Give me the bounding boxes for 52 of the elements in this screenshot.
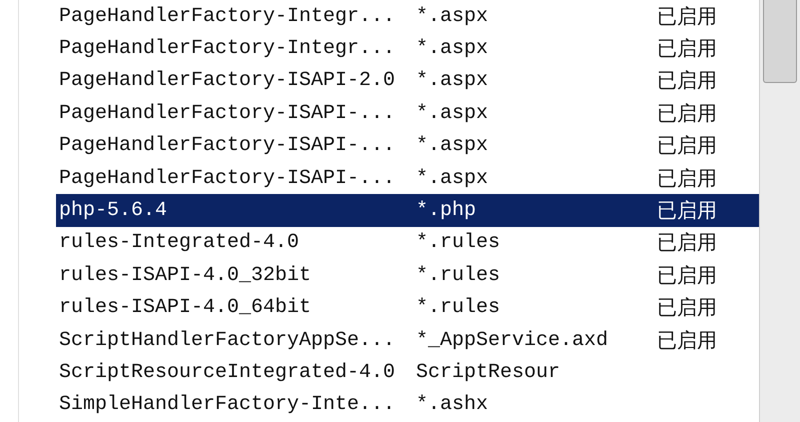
handler-status: 已启用 <box>657 229 717 256</box>
handler-status: 已启用 <box>657 326 717 354</box>
handler-status: 已启用 <box>657 2 717 30</box>
handler-row[interactable]: rules-ISAPI-4.0_64bit *.rules 已启用 <box>56 292 759 324</box>
handler-row[interactable]: ScriptHandlerFactoryAppSe... *_AppService.axd 已启用 <box>56 324 759 356</box>
handler-status: 已启用 <box>657 262 717 289</box>
handler-name: PageHandlerFactory-ISAPI-2.0 <box>58 69 396 92</box>
handler-name: PageHandlerFactory-ISAPI-... <box>58 134 396 158</box>
handler-path: *.rules <box>416 231 502 254</box>
handler-path: *.ashx <box>416 393 490 416</box>
handler-row[interactable]: PageHandlerFactory-ISAPI-2.0 *.aspx 已启用 <box>56 64 759 98</box>
handler-path: *.rules <box>416 264 502 287</box>
scrollbar-thumb[interactable] <box>763 0 797 83</box>
handler-row[interactable]: PageHandlerFactory-Integr... *.aspx 已启用 <box>56 32 759 65</box>
handler-name: PageHandlerFactory-ISAPI-... <box>58 166 396 190</box>
handler-row[interactable]: PageHandlerFactory-Integr... *.aspx 已启用 <box>56 0 759 32</box>
handler-name: rules-ISAPI-4.0_64bit <box>58 296 312 320</box>
handler-name: rules-ISAPI-4.0_32bit <box>58 264 312 287</box>
handler-path: *.aspx <box>416 166 490 190</box>
handler-row[interactable]: ScriptResourceIntegrated-4.0 ScriptResour <box>56 356 759 389</box>
handler-name: SimpleHandlerFactory-Inte... <box>58 393 396 416</box>
handler-name: PageHandlerFactory-ISAPI-... <box>58 102 396 125</box>
handler-path: *.aspx <box>416 134 490 158</box>
handler-path: *.rules <box>416 296 502 320</box>
handler-row[interactable]: php-5.6.4 *.php 已启用 <box>56 194 759 227</box>
handler-status: 已启用 <box>657 294 717 322</box>
handler-status: 已启用 <box>657 35 717 62</box>
handler-status: 已启用 <box>657 67 717 94</box>
handler-name: php-5.6.4 <box>58 199 168 222</box>
handler-status: 已启用 <box>657 197 717 224</box>
handler-row[interactable]: PageHandlerFactory-ISAPI-... *.aspx 已启用 <box>56 97 759 130</box>
handler-status: 已启用 <box>657 132 717 160</box>
handler-name: PageHandlerFactory-Integr... <box>58 37 396 60</box>
handler-name: PageHandlerFactory-Integr... <box>58 4 396 28</box>
handler-status: 已启用 <box>657 164 717 192</box>
handler-path: *.aspx <box>416 4 490 28</box>
handler-row[interactable]: rules-ISAPI-4.0_32bit *.rules 已启用 <box>56 259 759 292</box>
handler-status: 已启用 <box>657 100 717 127</box>
handler-path: *.php <box>416 199 478 222</box>
handler-row[interactable]: SimpleHandlerFactory-Inte... *.ashx <box>56 388 759 422</box>
handler-path: *.aspx <box>416 37 490 60</box>
handler-row[interactable]: rules-Integrated-4.0 *.rules 已启用 <box>56 226 759 260</box>
handler-path: *.aspx <box>416 69 490 92</box>
handler-row[interactable]: PageHandlerFactory-ISAPI-... *.aspx 已启用 <box>56 130 759 162</box>
handler-path: *.aspx <box>416 102 490 125</box>
scrollbar[interactable] <box>759 0 800 422</box>
handler-name: ScriptHandlerFactoryAppSe... <box>58 328 396 352</box>
handler-path: ScriptResour <box>416 360 562 384</box>
handler-path: *_AppService.axd <box>416 328 610 352</box>
handler-row[interactable]: PageHandlerFactory-ISAPI-... *.aspx 已启用 <box>56 162 759 194</box>
handler-name: rules-Integrated-4.0 <box>58 231 300 254</box>
handler-name: ScriptResourceIntegrated-4.0 <box>58 360 396 384</box>
